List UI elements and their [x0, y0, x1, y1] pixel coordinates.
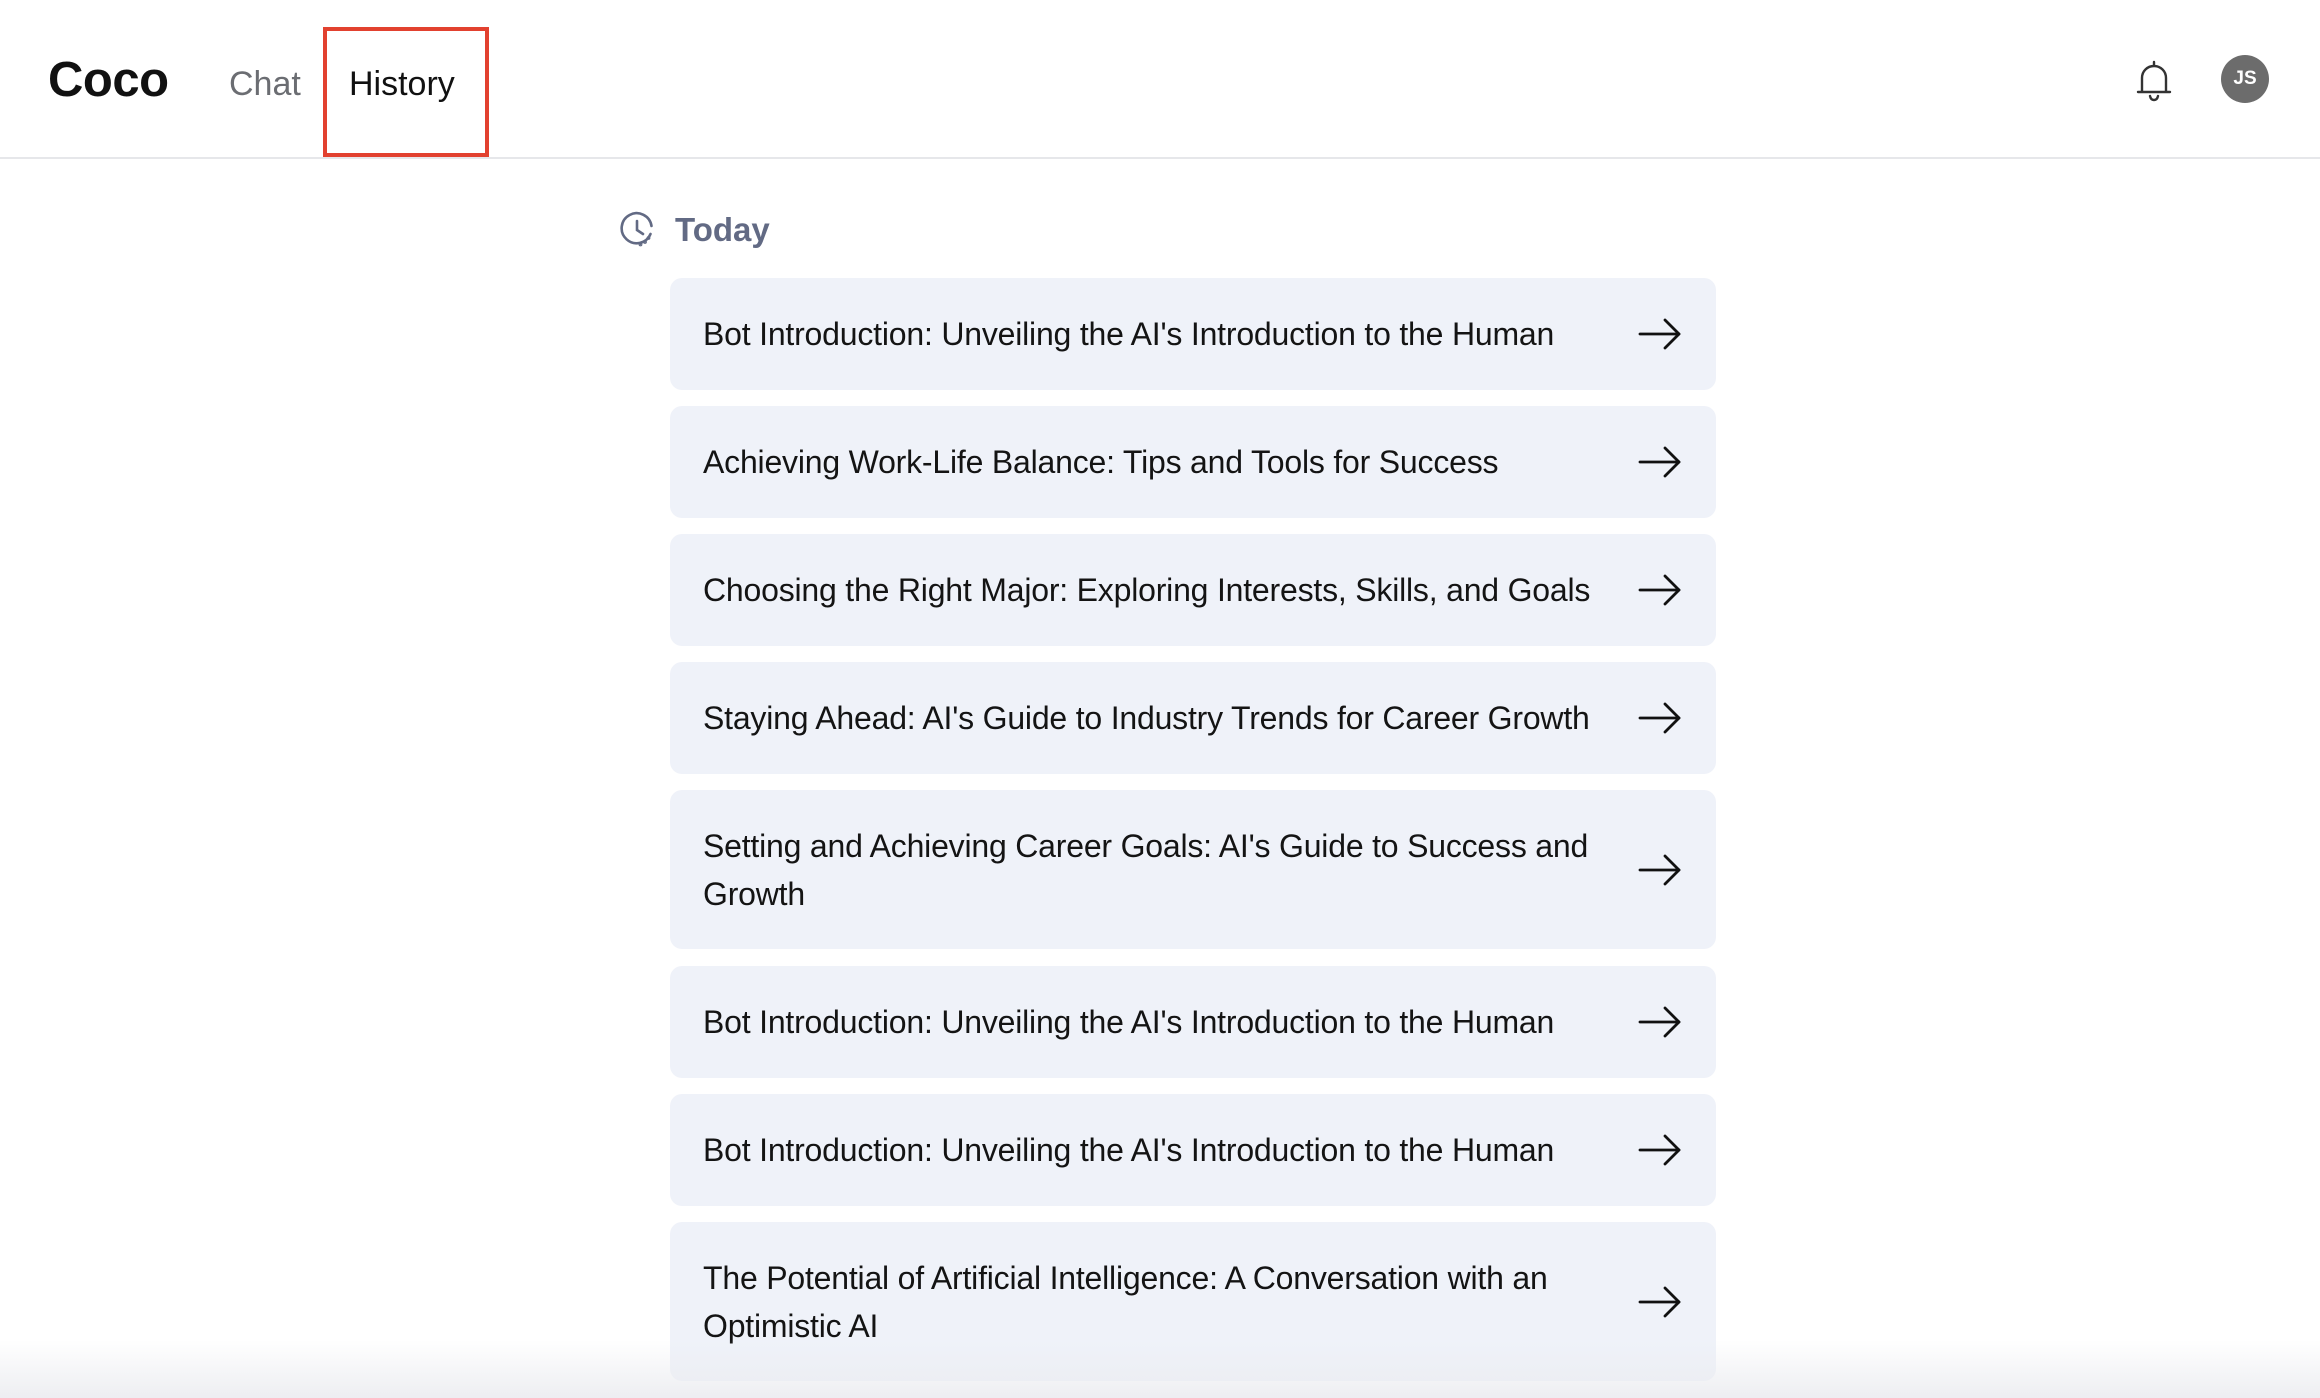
bell-icon [2136, 60, 2172, 102]
top-navigation-bar: Coco Chat History JS [0, 0, 2320, 159]
notifications-button[interactable] [2131, 57, 2177, 103]
history-item[interactable]: Setting and Achieving Career Goals: AI's… [670, 790, 1716, 949]
app-logo[interactable]: Coco [48, 50, 169, 110]
arrow-right-icon [1638, 574, 1681, 606]
arrow-right-icon [1638, 446, 1681, 478]
history-item[interactable]: Bot Introduction: Unveiling the AI's Int… [670, 278, 1716, 390]
history-item[interactable]: The Potential of Artificial Intelligence… [670, 1222, 1716, 1381]
active-tab-indicator [349, 154, 459, 157]
arrow-right-icon [1638, 1134, 1681, 1166]
history-item-title: Bot Introduction: Unveiling the AI's Int… [703, 1132, 1555, 1168]
section-title: Today [675, 211, 770, 248]
clock-history-icon [620, 211, 653, 247]
arrow-right-icon [1638, 1286, 1681, 1317]
history-item-title: The Potential of Artificial Intelligence… [703, 1259, 1548, 1344]
history-item[interactable]: Choosing the Right Major: Exploring Inte… [670, 534, 1716, 646]
history-item-title: Staying Ahead: AI's Guide to Industry Tr… [703, 700, 1590, 736]
history-item-title: Bot Introduction: Unveiling the AI's Int… [703, 316, 1555, 352]
arrow-right-icon [1638, 1006, 1681, 1038]
user-avatar[interactable]: JS [2221, 55, 2269, 103]
arrow-right-icon [1638, 702, 1681, 734]
tab-chat[interactable]: Chat [229, 62, 301, 106]
history-item-title: Setting and Achieving Career Goals: AI's… [703, 827, 1589, 912]
history-item-title: Achieving Work-Life Balance: Tips and To… [703, 444, 1499, 480]
history-item[interactable]: Achieving Work-Life Balance: Tips and To… [670, 406, 1716, 518]
history-item[interactable]: Staying Ahead: AI's Guide to Industry Tr… [670, 662, 1716, 774]
history-item[interactable]: Bot Introduction: Unveiling the AI's Int… [670, 966, 1716, 1078]
arrow-right-icon [1638, 854, 1681, 885]
section-header-today: Today [617, 208, 770, 252]
history-item-title: Choosing the Right Major: Exploring Inte… [703, 572, 1591, 608]
history-item[interactable]: Bot Introduction: Unveiling the AI's Int… [670, 1094, 1716, 1206]
tab-history[interactable]: History [349, 62, 455, 106]
arrow-right-icon [1638, 318, 1681, 350]
history-item-title: Bot Introduction: Unveiling the AI's Int… [703, 1004, 1555, 1040]
